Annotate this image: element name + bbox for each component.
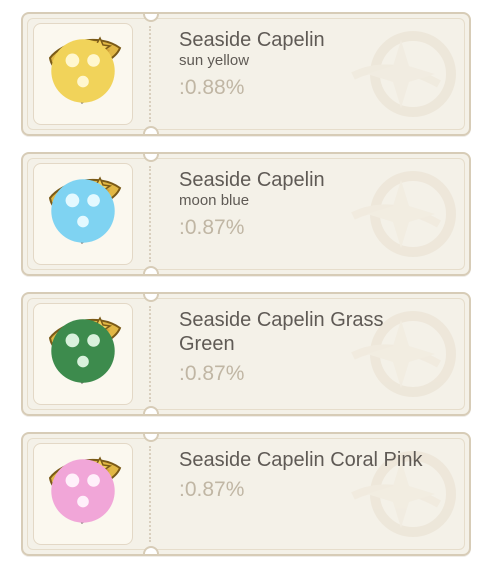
item-card[interactable]: Seaside Capelin moon blue :0.87% — [21, 152, 471, 276]
item-name: Seaside Capelin Grass Green — [179, 309, 384, 355]
pink-dye-icon — [51, 459, 115, 523]
item-name: Seaside Capelin — [179, 29, 325, 51]
drop-rate: :0.87% — [179, 478, 245, 501]
item-card[interactable]: Seaside Capelin Coral Pink :0.87% — [21, 432, 471, 556]
drop-rate: :0.87% — [179, 362, 245, 385]
drop-rate: :0.87% — [179, 216, 245, 239]
item-details: Seaside Capelin Coral Pink :0.87% — [179, 448, 439, 544]
ticket-notch-top — [143, 434, 159, 442]
item-thumbnail — [33, 443, 133, 545]
item-card[interactable]: Seaside Capelin sun yellow :0.88% — [21, 12, 471, 136]
item-thumbnail — [33, 163, 133, 265]
green-dye-icon — [51, 319, 115, 383]
ticket-notch-top — [143, 14, 159, 22]
item-name: Seaside Capelin Coral Pink — [179, 449, 423, 471]
ticket-divider — [149, 166, 151, 262]
item-thumbnail — [33, 23, 133, 125]
ticket-divider — [149, 306, 151, 402]
ticket-notch-top — [143, 154, 159, 162]
item-variant: sun yellow — [179, 52, 250, 69]
item-card[interactable]: Seaside Capelin Grass Green :0.87% — [21, 292, 471, 416]
ticket-notch-bottom — [143, 266, 159, 274]
item-name: Seaside Capelin — [179, 169, 325, 191]
drop-rate: :0.88% — [179, 76, 245, 99]
ticket-notch-bottom — [143, 406, 159, 414]
item-details: Seaside Capelin sun yellow :0.88% — [179, 28, 439, 124]
ticket-notch-top — [143, 294, 159, 302]
yellow-dye-icon — [51, 39, 115, 103]
item-details: Seaside Capelin Grass Green :0.87% — [179, 308, 439, 404]
item-thumbnail — [33, 303, 133, 405]
ticket-divider — [149, 26, 151, 122]
item-details: Seaside Capelin moon blue :0.87% — [179, 168, 439, 264]
item-list: Seaside Capelin sun yellow :0.88% Seasid… — [0, 0, 496, 565]
ticket-notch-bottom — [143, 126, 159, 134]
blue-dye-icon — [51, 179, 115, 243]
item-variant: moon blue — [179, 192, 250, 209]
ticket-divider — [149, 446, 151, 542]
ticket-notch-bottom — [143, 546, 159, 554]
